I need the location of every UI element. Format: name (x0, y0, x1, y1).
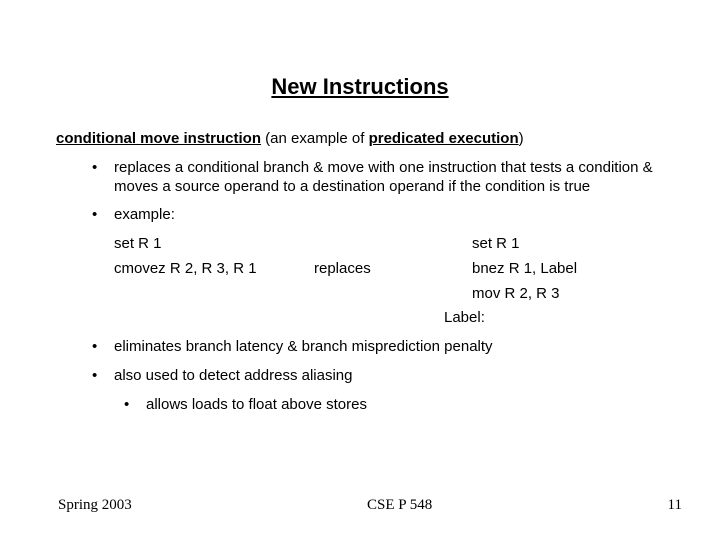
main-term-1: conditional move instruction (56, 130, 261, 147)
ex-r3-mid (314, 285, 464, 304)
example-row-2: cmovez R 2, R 3, R 1 replaces bnez R 1, … (114, 260, 664, 279)
bullet-aliasing: also used to detect address aliasing (56, 367, 664, 386)
main-mid: (an example of (261, 130, 369, 147)
example-row-3: mov R 2, R 3 (114, 285, 664, 304)
main-term-2: predicated execution (369, 130, 519, 147)
main-line: conditional move instruction (an example… (56, 130, 664, 149)
footer-left: Spring 2003 (58, 497, 132, 514)
bullet-eliminates: eliminates branch latency & branch mispr… (56, 338, 664, 357)
ex-r2-mid: replaces (314, 260, 464, 279)
slide-title: New Instructions (0, 0, 720, 130)
slide: New Instructions conditional move instru… (0, 0, 720, 540)
bullet-example: example: (56, 206, 664, 225)
ex-r1-left: set R 1 (114, 235, 314, 254)
slide-footer: Spring 2003 CSE P 548 11 (0, 497, 720, 514)
ex-r2-left: cmovez R 2, R 3, R 1 (114, 260, 314, 279)
ex-r1-mid (314, 235, 464, 254)
bullet-loads-float: allows loads to float above stores (56, 396, 664, 415)
main-suffix: ) (519, 130, 524, 147)
ex-r3-right: mov R 2, R 3 (464, 285, 664, 304)
ex-r3-left (114, 285, 314, 304)
example-row-1: set R 1 set R 1 (114, 235, 664, 254)
example-label: Label: (114, 309, 664, 328)
footer-center: CSE P 548 (132, 497, 668, 514)
bullet-replaces: replaces a conditional branch & move wit… (56, 159, 664, 197)
ex-r2-right: bnez R 1, Label (464, 260, 664, 279)
ex-r1-right: set R 1 (464, 235, 664, 254)
example-block: set R 1 set R 1 cmovez R 2, R 3, R 1 rep… (56, 235, 664, 328)
slide-content: conditional move instruction (an example… (0, 130, 720, 414)
footer-right: 11 (668, 497, 682, 514)
